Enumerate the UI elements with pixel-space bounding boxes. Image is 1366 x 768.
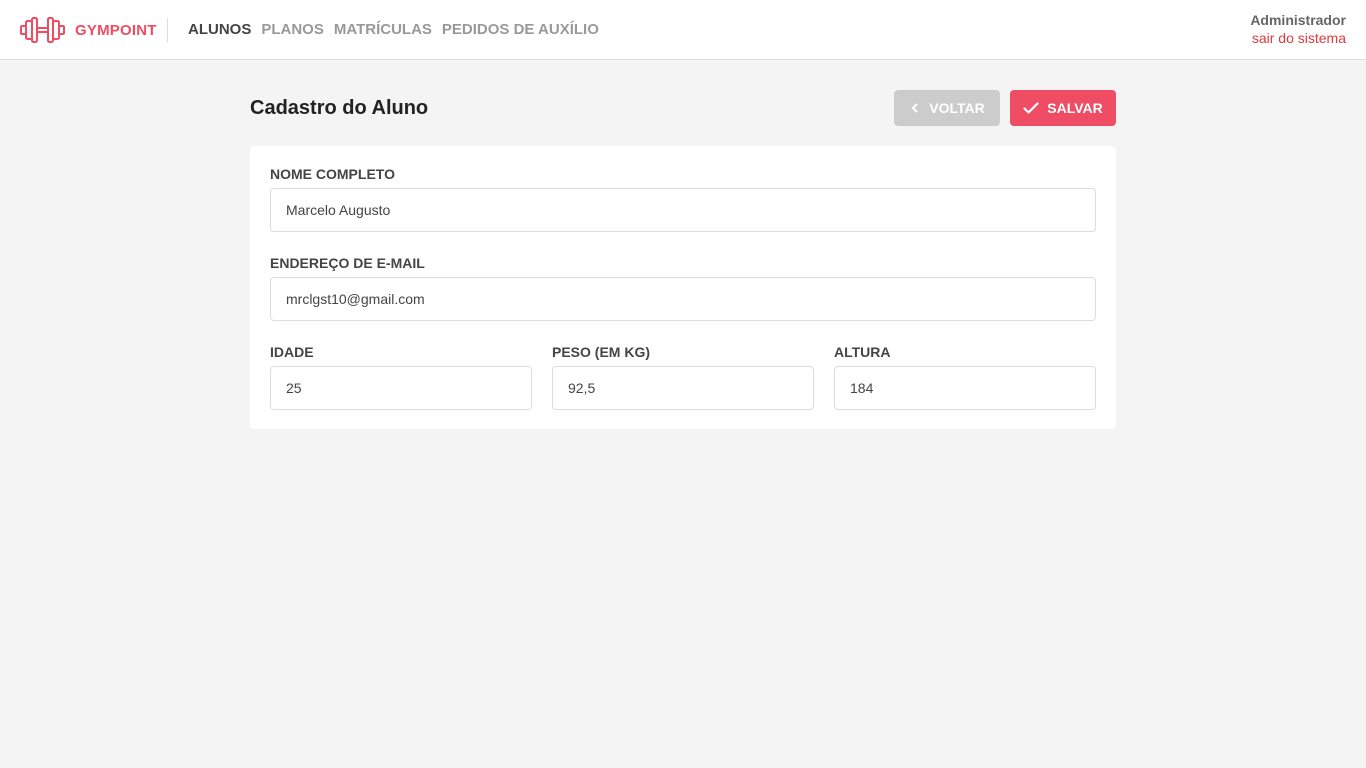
nav-item-matriculas[interactable]: MATRÍCULAS: [334, 21, 432, 39]
back-button[interactable]: VOLTAR: [894, 90, 1000, 126]
name-label: NOME COMPLETO: [270, 166, 395, 182]
dumbbell-icon: [20, 17, 65, 43]
nav-item-alunos[interactable]: ALUNOS: [188, 21, 251, 39]
email-field-group: ENDEREÇO DE E-MAIL: [270, 255, 1096, 321]
age-input[interactable]: [270, 366, 532, 410]
header-divider: [167, 18, 168, 42]
email-label: ENDEREÇO DE E-MAIL: [270, 255, 425, 271]
page-title: Cadastro do Aluno: [250, 97, 429, 119]
height-field-group: ALTURA: [834, 344, 1096, 410]
height-label: ALTURA: [834, 344, 891, 360]
brand-logo[interactable]: GYMPOINT: [20, 17, 157, 43]
name-input[interactable]: [270, 188, 1096, 232]
age-field-group: IDADE: [270, 344, 532, 410]
weight-label: PESO (EM KG): [552, 344, 651, 360]
top-header: GYMPOINT ALUNOS PLANOS MATRÍCULAS PEDIDO…: [0, 0, 1366, 60]
brand-name: GYMPOINT: [75, 21, 157, 39]
nav-item-pedidos-de-auxilio[interactable]: PEDIDOS DE AUXÍLIO: [442, 21, 599, 39]
height-input[interactable]: [834, 366, 1096, 410]
chevron-left-icon: [909, 102, 921, 114]
name-field-group: NOME COMPLETO: [270, 166, 1096, 232]
student-form: NOME COMPLETO ENDEREÇO DE E-MAIL IDADE P…: [250, 146, 1116, 429]
back-button-label: VOLTAR: [929, 100, 985, 116]
email-input[interactable]: [270, 277, 1096, 321]
weight-input[interactable]: [552, 366, 814, 410]
age-label: IDADE: [270, 344, 314, 360]
save-button[interactable]: SALVAR: [1010, 90, 1116, 126]
user-name: Administrador: [1250, 12, 1346, 28]
main-nav: ALUNOS PLANOS MATRÍCULAS PEDIDOS DE AUXÍ…: [188, 21, 599, 39]
nav-item-planos[interactable]: PLANOS: [261, 21, 324, 39]
save-button-label: SALVAR: [1047, 100, 1103, 116]
logout-link[interactable]: sair do sistema: [1250, 30, 1346, 47]
check-icon: [1023, 101, 1039, 115]
page-actions: VOLTAR SALVAR: [894, 90, 1116, 126]
measurements-row: IDADE PESO (EM KG) ALTURA: [270, 344, 1096, 410]
weight-field-group: PESO (EM KG): [552, 344, 814, 410]
user-profile: Administrador sair do sistema: [1250, 12, 1346, 47]
